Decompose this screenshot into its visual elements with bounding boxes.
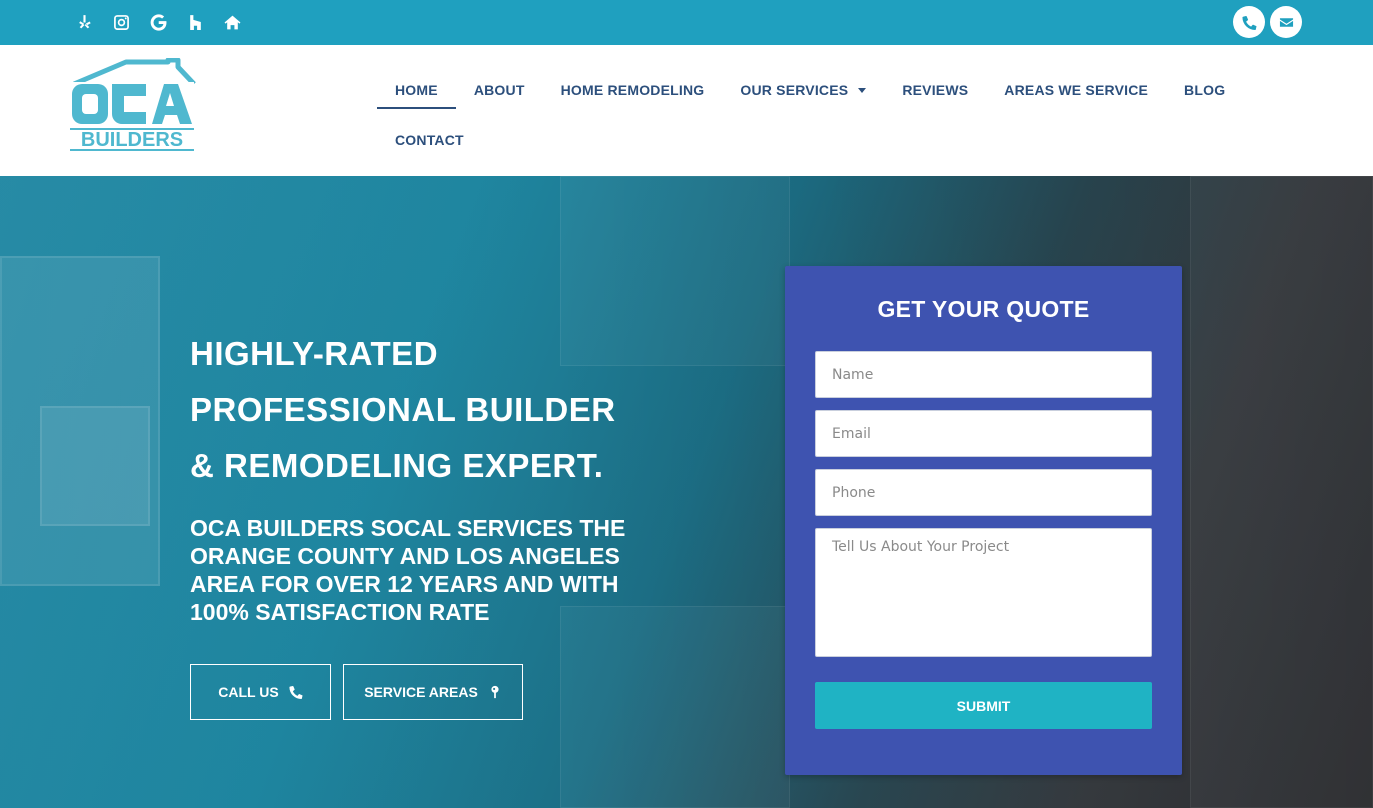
service-areas-label: SERVICE AREAS [364, 684, 478, 700]
quote-form: GET YOUR QUOTE SUBMIT [785, 266, 1182, 775]
hero-subheading-line: 100% SATISFACTION RATE [190, 599, 490, 625]
nav-about[interactable]: ABOUT [456, 65, 543, 115]
phone-button[interactable] [1233, 6, 1265, 38]
nav-home[interactable]: HOME [377, 65, 456, 115]
hero-headline-line: & REMODELING EXPERT. [190, 447, 604, 484]
project-message-field[interactable] [815, 528, 1152, 657]
call-us-label: CALL US [218, 684, 279, 700]
site-logo[interactable]: BUILDERS [68, 57, 196, 154]
hero-headline: HIGHLY-RATED PROFESSIONAL BUILDER & REMO… [190, 326, 710, 494]
site-header: BUILDERS HOME ABOUT HOME REMODELING OUR … [0, 45, 1373, 176]
home-icon[interactable] [223, 11, 241, 33]
phone-icon [289, 685, 303, 699]
hero-subheading-line: OCA BUILDERS SOCAL SERVICES THE [190, 515, 626, 541]
phone-icon [1241, 15, 1256, 30]
envelope-icon [1279, 17, 1293, 27]
submit-button[interactable]: SUBMIT [815, 682, 1152, 729]
hero-subheading: OCA BUILDERS SOCAL SERVICES THE ORANGE C… [190, 514, 670, 626]
hero-subheading-line: ORANGE COUNTY AND LOS ANGELES [190, 543, 620, 569]
phone-field[interactable] [815, 469, 1152, 516]
chevron-down-icon [858, 87, 867, 93]
call-us-button[interactable]: CALL US [190, 664, 331, 720]
quote-form-title: GET YOUR QUOTE [877, 296, 1090, 322]
nav-blog[interactable]: BLOG [1166, 65, 1243, 115]
google-icon[interactable] [149, 11, 167, 33]
email-button[interactable] [1270, 6, 1302, 38]
nav-our-services[interactable]: OUR SERVICES [722, 65, 884, 115]
hero-headline-line: HIGHLY-RATED [190, 335, 439, 372]
hero-headline-line: PROFESSIONAL BUILDER [190, 391, 616, 428]
main-nav: HOME ABOUT HOME REMODELING OUR SERVICES … [377, 65, 1267, 165]
yelp-icon[interactable] [75, 11, 93, 33]
contact-icons [1233, 6, 1302, 38]
hero-section: HIGHLY-RATED PROFESSIONAL BUILDER & REMO… [0, 176, 1373, 808]
instagram-icon[interactable] [112, 11, 130, 33]
service-areas-button[interactable]: SERVICE AREAS [343, 664, 523, 720]
email-field[interactable] [815, 410, 1152, 457]
nav-our-services-label: OUR SERVICES [740, 82, 849, 98]
map-pin-icon [491, 685, 499, 699]
houzz-icon[interactable] [186, 11, 204, 33]
top-bar [0, 0, 1373, 45]
logo-text: BUILDERS [81, 129, 183, 151]
nav-areas-we-service[interactable]: AREAS WE SERVICE [986, 65, 1166, 115]
social-links [75, 11, 241, 33]
name-field[interactable] [815, 351, 1152, 398]
nav-contact[interactable]: CONTACT [377, 115, 482, 165]
nav-home-remodeling[interactable]: HOME REMODELING [543, 65, 723, 115]
nav-reviews[interactable]: REVIEWS [884, 65, 986, 115]
hero-subheading-line: AREA FOR OVER 12 YEARS AND WITH [190, 571, 619, 597]
